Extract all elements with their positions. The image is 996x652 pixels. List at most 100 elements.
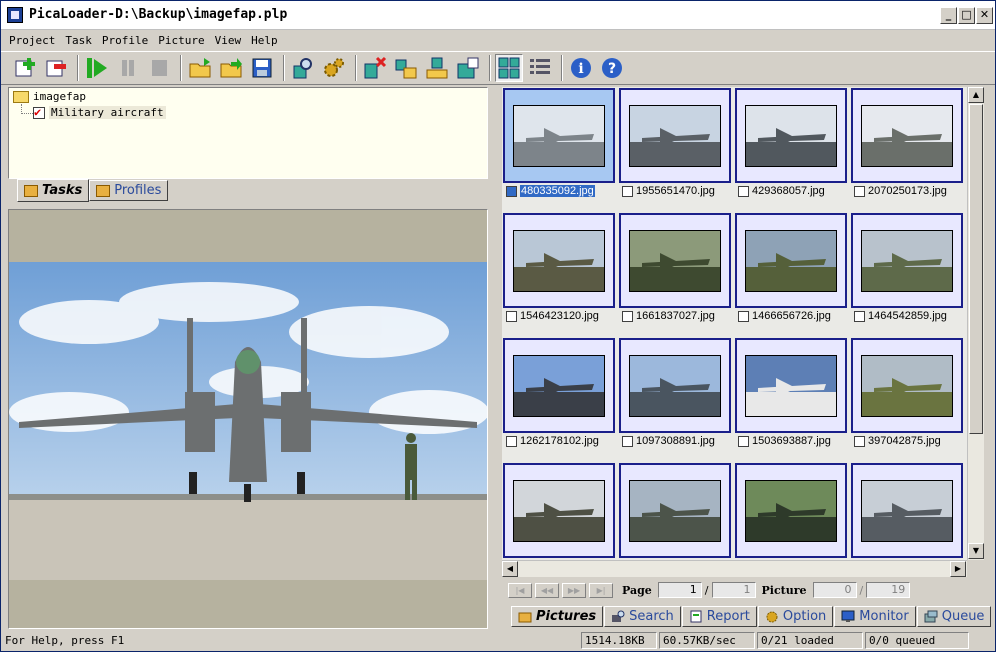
thumbnail-label[interactable]: 1546423120.jpg [503, 309, 615, 323]
image-preview[interactable] [8, 209, 488, 629]
horizontal-scrollbar[interactable]: ◀ ▶ [502, 560, 967, 577]
close-button[interactable]: ✕ [976, 7, 993, 24]
thumbnail-item[interactable] [851, 213, 963, 308]
thumbnail-item[interactable] [851, 338, 963, 433]
save-icon [252, 58, 272, 78]
save-button[interactable] [248, 54, 276, 82]
menu-picture[interactable]: Picture [154, 34, 208, 47]
thumbnail-filename: 1955651470.jpg [636, 185, 715, 197]
scroll-thumb[interactable] [969, 104, 983, 434]
thumbnail-item[interactable] [619, 213, 731, 308]
stop-button[interactable] [145, 54, 173, 82]
thumbnail-checkbox[interactable] [854, 310, 865, 322]
page-input[interactable]: 1 [657, 582, 702, 598]
thumbnail-label[interactable]: 1661837027.jpg [619, 309, 731, 323]
new-project-button[interactable] [11, 54, 39, 82]
thumbnail-item[interactable] [619, 338, 731, 433]
tab-monitor[interactable]: Monitor [834, 606, 916, 627]
thumbnail-item[interactable] [735, 88, 847, 183]
thumbnail-item[interactable] [735, 463, 847, 558]
thumbnail-checkbox[interactable] [738, 185, 749, 197]
minimize-button[interactable]: _ [940, 7, 957, 24]
tab-queue[interactable]: Queue [916, 606, 992, 627]
thumbnail-checkbox[interactable] [854, 435, 865, 447]
delete-button[interactable] [361, 54, 389, 82]
scroll-right-button[interactable]: ▶ [950, 561, 966, 577]
checkbox-icon[interactable] [33, 105, 45, 119]
thumbnail-label[interactable]: 1464542859.jpg [851, 309, 963, 323]
thumbnail-label[interactable]: 1262178102.jpg [503, 434, 615, 448]
scroll-up-button[interactable]: ▲ [968, 87, 984, 103]
menu-view[interactable]: View [211, 34, 246, 47]
tab-pictures[interactable]: Pictures [511, 606, 604, 627]
scroll-left-button[interactable]: ◀ [502, 561, 518, 577]
search-button[interactable] [289, 54, 317, 82]
properties-button[interactable] [454, 54, 482, 82]
thumbnail-label[interactable]: 480335092.jpg [503, 184, 615, 198]
last-page-button[interactable]: ▶| [589, 582, 613, 598]
task-tree[interactable]: imagefap Military aircraft [8, 87, 488, 179]
thumbnail-grid[interactable]: 480335092.jpg 1955651470.jpg 429368057.jpg… [502, 87, 967, 560]
menu-task[interactable]: Task [61, 34, 96, 47]
first-page-button[interactable]: |◀ [508, 582, 532, 598]
tree-node-root[interactable]: imagefap [13, 90, 86, 103]
thumbnail-checkbox[interactable] [622, 185, 633, 197]
remove-project-button[interactable] [42, 54, 70, 82]
scroll-down-button[interactable]: ▼ [968, 543, 984, 559]
thumbnail-label[interactable]: 1503693887.jpg [735, 434, 847, 448]
thumbnail-checkbox[interactable] [506, 435, 517, 447]
thumbnail-item[interactable] [503, 463, 615, 558]
thumbnail-item[interactable] [735, 213, 847, 308]
thumbnail-checkbox[interactable] [854, 185, 865, 197]
menu-project[interactable]: Project [5, 34, 59, 47]
thumbnail-label[interactable]: 2070250173.jpg [851, 184, 963, 198]
thumbnail-label[interactable]: 1955651470.jpg [619, 184, 731, 198]
panel-splitter[interactable] [496, 87, 500, 627]
export-button[interactable] [217, 54, 245, 82]
thumbnail-item[interactable] [619, 88, 731, 183]
settings-button[interactable] [320, 54, 348, 82]
thumbnail-item[interactable] [735, 338, 847, 433]
tab-report[interactable]: Report [681, 606, 757, 627]
thumbnail-label[interactable]: 1466656726.jpg [735, 309, 847, 323]
tab-tasks[interactable]: Tasks [17, 179, 90, 202]
menu-help[interactable]: Help [247, 34, 282, 47]
move-down-button[interactable] [423, 54, 451, 82]
help-button[interactable]: ? [598, 54, 626, 82]
thumbnail-item[interactable] [851, 463, 963, 558]
title-bar[interactable]: PicaLoader-D:\Backup\imagefap.plp _ □ ✕ [1, 1, 995, 30]
thumbnail-item[interactable] [503, 88, 615, 183]
thumbnail-checkbox[interactable] [738, 310, 749, 322]
thumbnail-label[interactable]: 397042875.jpg [851, 434, 963, 448]
thumbnail-image [513, 230, 605, 292]
tab-option[interactable]: Option [757, 606, 834, 627]
menu-profile[interactable]: Profile [98, 34, 152, 47]
next-page-button[interactable]: ▶▶ [562, 582, 586, 598]
thumbnail-checkbox[interactable] [506, 185, 517, 197]
app-icon[interactable] [7, 7, 23, 23]
picture-input[interactable]: 0 [812, 582, 857, 598]
thumbnail-label[interactable]: 429368057.jpg [735, 184, 847, 198]
prev-page-button[interactable]: ◀◀ [535, 582, 559, 598]
open-folder-button[interactable] [186, 54, 214, 82]
thumbnail-item[interactable] [851, 88, 963, 183]
thumbnail-checkbox[interactable] [622, 435, 633, 447]
list-view-button[interactable] [526, 54, 554, 82]
thumbnail-checkbox[interactable] [506, 310, 517, 322]
thumbnail-item[interactable] [619, 463, 731, 558]
move-up-button[interactable] [392, 54, 420, 82]
maximize-button[interactable]: □ [958, 7, 975, 24]
tab-profiles[interactable]: Profiles [89, 180, 169, 201]
thumbnail-checkbox[interactable] [738, 435, 749, 447]
thumbnail-checkbox[interactable] [622, 310, 633, 322]
thumbnail-label[interactable]: 1097308891.jpg [619, 434, 731, 448]
thumbnail-view-button[interactable] [495, 54, 523, 82]
vertical-scrollbar[interactable]: ▲ ▼ [967, 87, 984, 560]
thumbnail-item[interactable] [503, 338, 615, 433]
info-button[interactable]: i [567, 54, 595, 82]
thumbnail-item[interactable] [503, 213, 615, 308]
tree-node-military-aircraft[interactable]: Military aircraft [33, 105, 166, 119]
tab-search[interactable]: Search [604, 606, 681, 627]
start-button[interactable] [83, 54, 111, 82]
pause-button[interactable] [114, 54, 142, 82]
